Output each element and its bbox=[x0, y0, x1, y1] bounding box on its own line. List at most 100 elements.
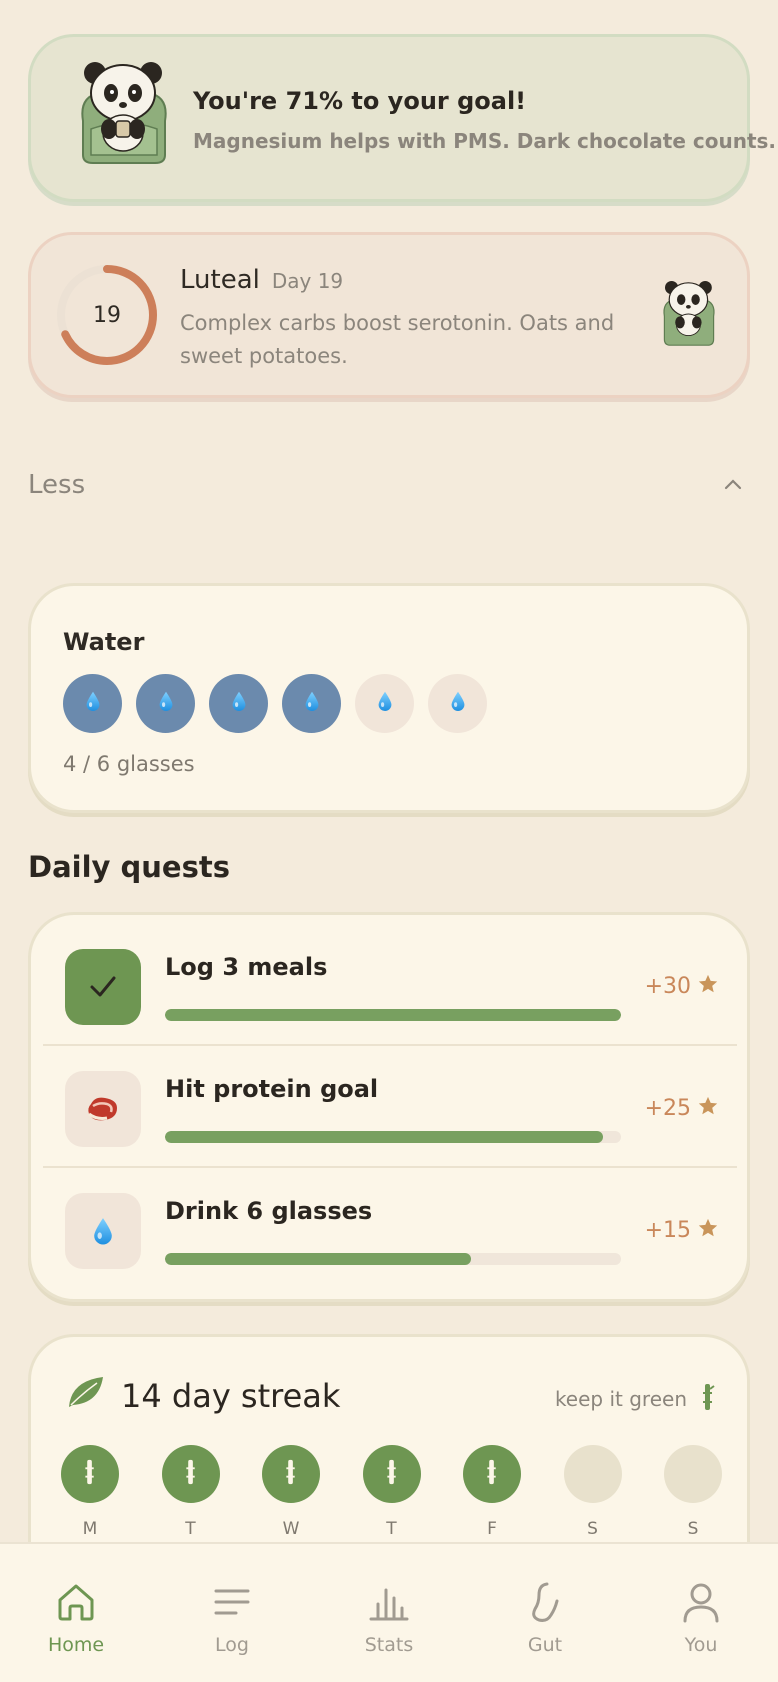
streak-day: T bbox=[161, 1445, 220, 1539]
streak-day: F bbox=[463, 1445, 521, 1539]
water-title: Water bbox=[63, 628, 145, 656]
nav-label: You bbox=[684, 1634, 718, 1656]
cycle-phase-card[interactable]: 19 Luteal Day 19 Complex carbs boost ser… bbox=[28, 232, 750, 398]
bamboo-icon bbox=[184, 1459, 198, 1489]
nav-label: Stats bbox=[364, 1634, 414, 1656]
quest-progress-bar bbox=[165, 1253, 621, 1265]
water-drop-icon bbox=[85, 691, 101, 716]
stats-icon bbox=[334, 1580, 444, 1624]
nav-home[interactable]: Home bbox=[21, 1580, 131, 1656]
streak-day-label: W bbox=[282, 1519, 300, 1539]
streak-day-label: T bbox=[185, 1519, 196, 1539]
streak-day: W bbox=[262, 1445, 320, 1539]
water-drop-icon bbox=[158, 691, 174, 716]
bottom-navigation: Home Log Stats Gut You bbox=[0, 1542, 778, 1682]
streak-day-label: M bbox=[82, 1519, 98, 1539]
streak-day-label: S bbox=[587, 1519, 598, 1539]
quest-label: Hit protein goal bbox=[165, 1075, 379, 1103]
quest-reward: +25 bbox=[645, 1095, 719, 1121]
streak-day-complete bbox=[161, 1445, 220, 1503]
quest-points: +30 bbox=[644, 973, 691, 999]
star-icon bbox=[697, 1217, 719, 1243]
quest-progress-fill bbox=[165, 1009, 621, 1021]
streak-day: S bbox=[664, 1445, 722, 1539]
home-icon bbox=[21, 1580, 131, 1624]
quest-points: +15 bbox=[644, 1217, 691, 1243]
water-drop-icon bbox=[65, 1193, 141, 1269]
bamboo-icon bbox=[83, 1459, 97, 1489]
bamboo-icon bbox=[703, 1384, 715, 1410]
streak-hint: keep it green bbox=[554, 1387, 687, 1411]
nav-gut[interactable]: Gut bbox=[490, 1580, 600, 1656]
streak-day: S bbox=[563, 1445, 622, 1539]
cycle-day-label: Day 19 bbox=[271, 269, 344, 293]
bamboo-icon bbox=[284, 1459, 298, 1489]
goal-title: You're 71% to your goal! bbox=[193, 87, 527, 115]
less-toggle-label: Less bbox=[28, 470, 86, 500]
water-drop-icon bbox=[450, 691, 466, 716]
quest-progress-bar bbox=[165, 1009, 621, 1021]
quest-reward: +30 bbox=[645, 973, 719, 999]
check-icon bbox=[65, 949, 141, 1025]
gut-icon bbox=[490, 1580, 600, 1624]
cycle-phase-name: Luteal bbox=[180, 265, 260, 295]
water-drop-icon bbox=[377, 691, 393, 716]
water-card: Water 4 / 6 glasses bbox=[28, 583, 750, 813]
cycle-day-number: 19 bbox=[93, 302, 121, 328]
quest-progress-fill bbox=[165, 1253, 471, 1265]
quest-reward: +15 bbox=[645, 1217, 719, 1243]
water-count: 4 / 6 glasses bbox=[63, 752, 195, 776]
water-glass-filled[interactable] bbox=[63, 674, 122, 733]
panda-mascot-icon bbox=[81, 62, 167, 164]
quest-progress-fill bbox=[165, 1131, 603, 1143]
quest-row[interactable]: Drink 6 glasses +15 bbox=[43, 1163, 735, 1285]
goal-tip: Magnesium helps with PMS. Dark chocolate… bbox=[193, 129, 777, 153]
meat-icon bbox=[65, 1071, 141, 1147]
profile-icon bbox=[646, 1580, 756, 1624]
chevron-up-icon bbox=[724, 479, 742, 490]
nav-label: Log bbox=[215, 1634, 249, 1656]
streak-day: T bbox=[362, 1445, 421, 1539]
home-screen: You're 71% to your goal! Magnesium helps… bbox=[0, 0, 778, 1682]
bamboo-icon bbox=[485, 1459, 499, 1489]
quest-progress-bar bbox=[165, 1131, 621, 1143]
water-drop-icon bbox=[304, 691, 320, 716]
less-toggle[interactable]: Less bbox=[28, 470, 750, 510]
streak-day-pending bbox=[563, 1445, 622, 1503]
bamboo-icon bbox=[385, 1459, 399, 1489]
quest-label: Log 3 meals bbox=[165, 953, 328, 981]
water-glasses bbox=[63, 674, 487, 733]
quest-row[interactable]: Hit protein goal +25 bbox=[43, 1041, 735, 1163]
water-glass-empty[interactable] bbox=[355, 674, 414, 733]
nav-label: Home bbox=[47, 1634, 105, 1656]
water-glass-empty[interactable] bbox=[428, 674, 487, 733]
list-icon bbox=[177, 1580, 287, 1624]
quest-row[interactable]: Log 3 meals +30 bbox=[43, 919, 735, 1041]
nav-log[interactable]: Log bbox=[177, 1580, 287, 1656]
panda-mascot-small-icon bbox=[663, 281, 715, 346]
daily-quests-title: Daily quests bbox=[28, 850, 230, 884]
water-drop-icon bbox=[231, 691, 247, 716]
star-icon bbox=[697, 973, 719, 999]
streak-day-complete bbox=[262, 1445, 320, 1503]
streak-day-complete bbox=[61, 1445, 119, 1503]
streak-day-label: T bbox=[386, 1519, 397, 1539]
leaf-icon bbox=[69, 1377, 103, 1407]
nav-label: Gut bbox=[527, 1634, 563, 1656]
water-glass-filled[interactable] bbox=[209, 674, 268, 733]
streak-day-label: F bbox=[487, 1519, 497, 1539]
star-icon bbox=[697, 1095, 719, 1121]
streak-day: M bbox=[61, 1445, 119, 1539]
water-glass-filled[interactable] bbox=[136, 674, 195, 733]
daily-quests-card: Log 3 meals +30 Hit protein goal +25 Drink 6… bbox=[28, 912, 750, 1302]
streak-day-pending bbox=[664, 1445, 722, 1503]
water-glass-filled[interactable] bbox=[282, 674, 341, 733]
quest-points: +25 bbox=[644, 1095, 691, 1121]
nav-you[interactable]: You bbox=[646, 1580, 756, 1656]
goal-banner[interactable]: You're 71% to your goal! Magnesium helps… bbox=[28, 34, 776, 202]
streak-title: 14 day streak bbox=[121, 1377, 341, 1415]
nav-stats[interactable]: Stats bbox=[334, 1580, 444, 1656]
streak-day-complete bbox=[463, 1445, 521, 1503]
streak-day-label: S bbox=[687, 1519, 699, 1539]
cycle-tip: Complex carbs boost serotonin. Oats and … bbox=[180, 311, 615, 368]
